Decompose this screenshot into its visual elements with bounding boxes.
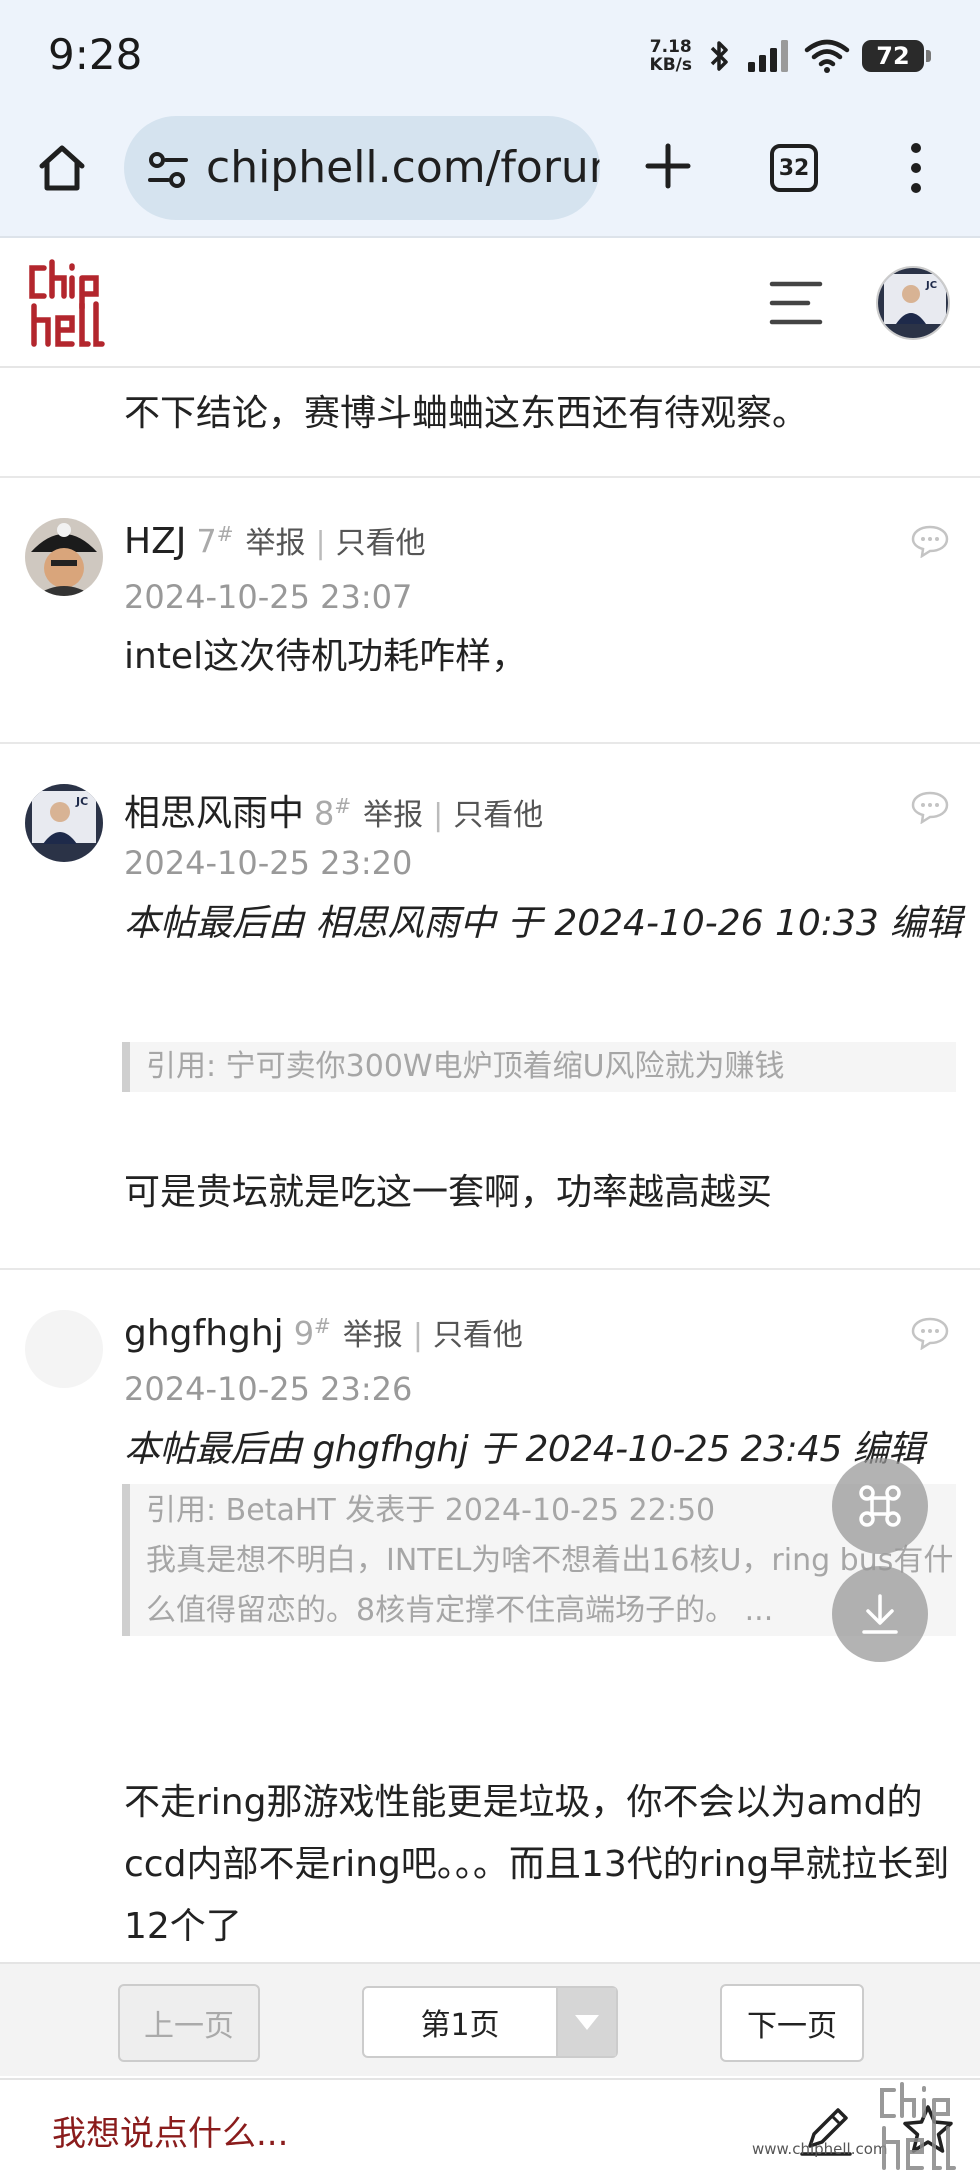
- post-body: intel这次待机功耗咋样，: [124, 636, 528, 677]
- report-link[interactable]: 举报: [245, 518, 305, 562]
- hamburger-menu-icon[interactable]: [768, 278, 824, 328]
- prev-page-button[interactable]: 上一页: [118, 1984, 260, 2062]
- avatar-portrait: [25, 518, 103, 596]
- avatar-portrait: JC: [878, 268, 948, 338]
- network-speed: 7.18 KB/s: [650, 38, 692, 74]
- address-bar[interactable]: chiphell.com/forum: [124, 116, 600, 220]
- post-date: 2024-10-25 23:26: [124, 1370, 413, 1408]
- avatar-portrait: JC: [25, 784, 103, 862]
- quote-block: 引用: 宁可卖你300W电炉顶着缩U风险就为赚钱: [122, 1042, 956, 1092]
- url-text[interactable]: chiphell.com/forum: [206, 142, 600, 193]
- floor-number: 7#: [196, 522, 233, 561]
- wifi-icon: [804, 39, 850, 73]
- status-time: 9:28: [48, 30, 143, 79]
- separator: |: [315, 526, 326, 561]
- next-page-button[interactable]: 下一页: [720, 1984, 864, 2062]
- post-date: 2024-10-25 23:07: [124, 578, 413, 616]
- post-body: 不走ring那游戏性能更是垃圾，你不会以为amd的ccd内部不是ring吧。。。…: [124, 1782, 950, 1947]
- post-meta: HZJ 7# 举报 | 只看他: [124, 518, 426, 562]
- floor-hash: #: [334, 794, 352, 819]
- author-name[interactable]: HZJ: [124, 521, 186, 562]
- report-link[interactable]: 举报: [363, 790, 423, 834]
- author-name[interactable]: 相思风雨中: [124, 784, 304, 836]
- site-settings-icon[interactable]: [146, 150, 190, 190]
- post-date: 2024-10-25 23:20: [124, 844, 413, 882]
- bluetooth-icon: [710, 41, 728, 71]
- watermark-logo: [880, 2082, 956, 2170]
- comment-icon[interactable]: [910, 524, 950, 558]
- edit-note: 本帖最后由 相思风雨中 于 2024-10-26 10:33 编辑: [124, 903, 963, 944]
- quote-block: 引用: BetaHT 发表于 2024-10-25 22:50 我真是想不明白，…: [122, 1484, 956, 1636]
- avatar[interactable]: JC: [25, 784, 103, 862]
- signal-icon: [748, 40, 788, 72]
- post-body: 可是贵坛就是吃这一套啊，功率越高越买: [124, 1172, 773, 1213]
- edit-note: 本帖最后由 ghgfhghj 于 2024-10-25 23:45 编辑: [124, 1429, 924, 1470]
- svg-text:JC: JC: [75, 795, 88, 808]
- floor-value: 9: [293, 1315, 315, 1353]
- home-icon[interactable]: [34, 140, 90, 196]
- status-bar: 9:28 7.18 KB/s 72: [0, 0, 980, 112]
- reply-input[interactable]: 我想说点什么...: [52, 2106, 288, 2155]
- post-meta: 相思风雨中 8# 举报 | 只看他: [124, 784, 543, 836]
- separator: |: [412, 1318, 423, 1353]
- more-menu-icon[interactable]: [904, 140, 928, 196]
- post-previous-tail: 不下结论，赛博斗蛐蛐这东西还有待观察。: [0, 370, 980, 478]
- network-speed-value: 7.18: [649, 37, 692, 57]
- new-tab-icon[interactable]: [640, 138, 696, 194]
- floor-number: 8#: [314, 794, 351, 833]
- post-meta: ghgfhghj 9# 举报 | 只看他: [124, 1310, 523, 1354]
- chiphell-logo[interactable]: [28, 258, 108, 350]
- comment-icon[interactable]: [910, 1316, 950, 1350]
- user-avatar[interactable]: JC: [876, 266, 950, 340]
- only-author-link[interactable]: 只看他: [453, 790, 543, 834]
- author-name[interactable]: ghgfhghj: [124, 1313, 284, 1354]
- scroll-down-button[interactable]: [832, 1566, 928, 1662]
- floor-hash: #: [216, 522, 234, 547]
- tab-switcher-button[interactable]: 32: [770, 144, 818, 192]
- only-author-link[interactable]: 只看他: [336, 518, 426, 562]
- reply-bar: 我想说点什么... www.chiphell.com: [0, 2078, 980, 2180]
- battery-indicator: 72: [862, 40, 931, 72]
- command-icon: [859, 1485, 901, 1527]
- thread-content: 不下结论，赛博斗蛐蛐这东西还有待观察。 HZJ 7# 举报 | 只看他 2024…: [0, 370, 980, 1962]
- report-link[interactable]: 举报: [343, 1310, 403, 1354]
- triangle-down-icon: [575, 2015, 599, 2030]
- floor-value: 7: [196, 523, 217, 561]
- page-select[interactable]: 第1页: [362, 1986, 618, 2058]
- quote-text: 引用: 宁可卖你300W电炉顶着缩U风险就为赚钱: [146, 1049, 785, 1084]
- floor-number: 9#: [294, 1314, 331, 1353]
- network-speed-unit: KB/s: [649, 55, 692, 75]
- svg-text:JC: JC: [925, 280, 937, 291]
- floor-value: 8: [314, 795, 335, 833]
- site-header: JC: [0, 240, 980, 368]
- comment-icon[interactable]: [910, 790, 950, 824]
- download-arrow-icon: [862, 1594, 898, 1634]
- pagination-bar: 上一页 第1页 下一页: [0, 1962, 980, 2076]
- post-floor-8: JC 相思风雨中 8# 举报 | 只看他 2024-10-25 23:20 本帖…: [0, 744, 980, 1270]
- floor-hash: #: [314, 1314, 331, 1339]
- page-select-label[interactable]: 第1页: [364, 1988, 556, 2056]
- separator: |: [433, 798, 444, 833]
- browser-toolbar: chiphell.com/forum 32: [0, 112, 980, 238]
- post-floor-7: HZJ 7# 举报 | 只看他 2024-10-25 23:07 intel这次…: [0, 478, 980, 744]
- status-indicators: 7.18 KB/s 72: [650, 38, 931, 74]
- dropdown-arrow-icon[interactable]: [556, 1988, 616, 2056]
- avatar[interactable]: [25, 1310, 103, 1388]
- post-body: 不下结论，赛博斗蛐蛐这东西还有待观察。: [124, 393, 809, 434]
- avatar[interactable]: [25, 518, 103, 596]
- watermark-text: www.chiphell.com: [752, 2140, 888, 2158]
- quick-nav-button[interactable]: [832, 1458, 928, 1554]
- only-author-link[interactable]: 只看他: [433, 1310, 523, 1354]
